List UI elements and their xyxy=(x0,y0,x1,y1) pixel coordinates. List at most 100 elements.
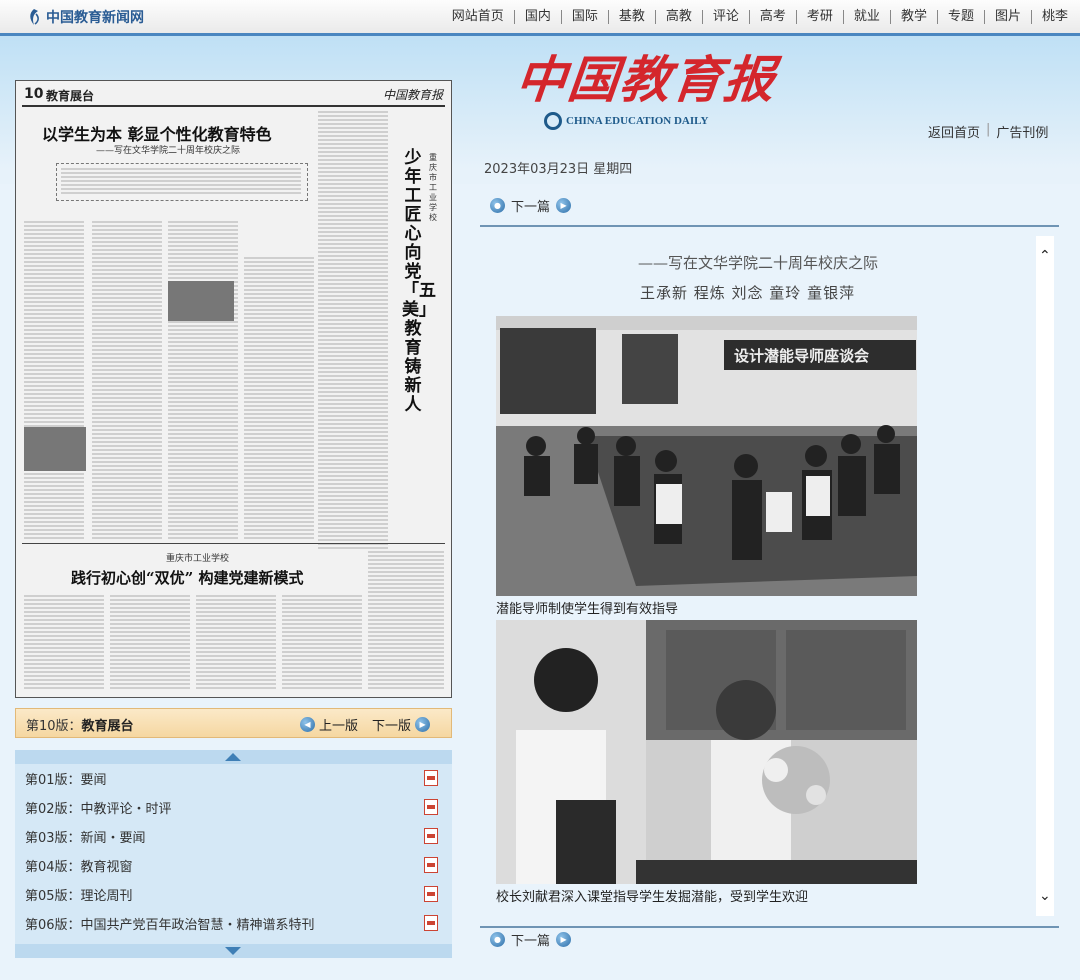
current-edition-name: 教育展台 xyxy=(81,719,134,734)
page-header: 10 教育展台 中国教育报 xyxy=(22,85,445,107)
article-photo-principal xyxy=(496,620,917,884)
page-headline-top[interactable]: 以学生为本 彰显个性化教育特色 xyxy=(42,121,272,145)
edition-list: 第01版：要闻 第02版：中教评论・时评 第03版：新闻・要闻 第04版：教育视… xyxy=(15,750,452,958)
next-article-label: 下一篇 xyxy=(511,200,551,215)
arrow-left-icon: ◀ xyxy=(300,717,315,732)
pdf-icon[interactable] xyxy=(424,799,438,815)
list-item[interactable]: 第05版：理论周刊 xyxy=(15,880,452,909)
main-nav: 网站首页 国内 国际 基教 高教 评论 高考 考研 就业 教学 专题 图片 桃李 xyxy=(442,0,1072,33)
nav-basic-education[interactable]: 基教 xyxy=(609,9,656,24)
text-column xyxy=(282,595,362,691)
back-home-link[interactable]: 返回首页 xyxy=(928,122,980,141)
page-number: 10 xyxy=(24,86,44,102)
pdf-icon[interactable] xyxy=(424,915,438,931)
page-section: 教育展台 xyxy=(46,89,95,103)
text-column xyxy=(92,221,162,541)
page-headline-bottom[interactable]: 践行初心创“双优” 构建党建新模式 xyxy=(71,567,303,588)
article-subtitle: ——写在文华学院二十周年校庆之际 xyxy=(638,254,879,272)
masthead-english: CHINA EDUCATION DAILY xyxy=(544,112,776,130)
arrow-right-icon: ▶ xyxy=(556,198,572,213)
article-content: ——写在文华学院二十周年校庆之际 王承新 程炼 刘念 童玲 童银萍 设计潜能导师… xyxy=(480,234,1030,920)
page-school-bottom: 重庆市工业学校 xyxy=(166,554,230,564)
page-vertical-school: 重庆市工业学校 xyxy=(429,153,437,222)
page-lead-box xyxy=(56,163,308,201)
nav-gaokao[interactable]: 高考 xyxy=(750,9,797,24)
text-column xyxy=(24,221,84,541)
newspaper-page-image[interactable]: 10 教育展台 中国教育报 以学生为本 彰显个性化教育特色 ——写在文华学院二十… xyxy=(15,80,452,698)
nav-international[interactable]: 国际 xyxy=(562,9,609,24)
next-edition-button[interactable]: 下一版 ▶ xyxy=(372,715,431,734)
nav-home[interactable]: 网站首页 xyxy=(442,9,515,24)
masthead-title: 中国教育报 xyxy=(512,50,780,109)
edition-link[interactable]: 第03版：新闻・要闻 xyxy=(25,827,146,846)
seminar-photo-graphic: 设计潜能导师座谈会 xyxy=(496,316,917,596)
nav-teaching[interactable]: 教学 xyxy=(891,9,938,24)
nav-commentary[interactable]: 评论 xyxy=(703,9,750,24)
text-column xyxy=(110,595,190,691)
ad-rates-link[interactable]: 广告刊例 xyxy=(996,122,1048,141)
edition-link[interactable]: 第02版：中教评论・时评 xyxy=(25,798,172,817)
prev-edition-label: 上一版 xyxy=(319,719,359,734)
page-masthead: 中国教育报 xyxy=(382,88,443,102)
list-scroll-up[interactable] xyxy=(15,750,452,764)
edition-link[interactable]: 第05版：理论周刊 xyxy=(25,885,133,904)
seminar-banner-text: 设计潜能导师座谈会 xyxy=(734,347,869,365)
divider xyxy=(480,926,1059,928)
pdf-icon[interactable] xyxy=(424,857,438,873)
nav-kaoyan[interactable]: 考研 xyxy=(797,9,844,24)
list-item[interactable]: 第04版：教育视窗 xyxy=(15,851,452,880)
nav-taoli[interactable]: 桃李 xyxy=(1032,9,1072,24)
masthead-ring-icon xyxy=(544,112,562,130)
scroll-up-icon[interactable]: ⌃ xyxy=(1039,248,1051,264)
next-article-label: 下一篇 xyxy=(511,934,551,949)
nav-topics[interactable]: 专题 xyxy=(938,9,985,24)
scroll-down-icon[interactable]: ⌄ xyxy=(1039,888,1051,904)
list-item[interactable]: 第03版：新闻・要闻 xyxy=(15,822,452,851)
edition-link[interactable]: 第04版：教育视窗 xyxy=(25,856,133,875)
photo-caption-1: 潜能导师制使学生得到有效指导 xyxy=(496,602,679,617)
nav-employment[interactable]: 就业 xyxy=(844,9,891,24)
current-edition-bar: 第10版：教育展台 ◀ 上一版 下一版 ▶ xyxy=(15,708,452,738)
text-column xyxy=(168,221,238,541)
site-logo-icon xyxy=(30,9,39,25)
nav-higher-education[interactable]: 高教 xyxy=(656,9,703,24)
link-separator: | xyxy=(986,122,991,137)
text-lines xyxy=(61,168,301,194)
article-scrollbar[interactable]: ⌃ ⌄ xyxy=(1036,236,1054,916)
list-scroll-down[interactable] xyxy=(15,944,452,958)
page-photo xyxy=(24,427,86,471)
page-subtitle-top: ——写在文华学院二十周年校庆之际 xyxy=(96,146,241,156)
page-divider xyxy=(22,543,445,544)
text-column xyxy=(368,551,444,691)
arrow-right-icon: ▶ xyxy=(415,717,431,732)
edition-list-items: 第01版：要闻 第02版：中教评论・时评 第03版：新闻・要闻 第04版：教育视… xyxy=(15,764,452,944)
prev-edition-button[interactable]: ◀ 上一版 xyxy=(300,715,358,734)
next-edition-label: 下一版 xyxy=(372,719,412,734)
site-logo-text: 中国教育新闻网 xyxy=(46,10,144,26)
current-edition: 第10版：教育展台 xyxy=(26,715,134,734)
article-authors: 王承新 程炼 刘念 童玲 童银萍 xyxy=(640,284,856,302)
pdf-icon[interactable] xyxy=(424,886,438,902)
text-column xyxy=(318,111,388,551)
list-item[interactable]: 第01版：要闻 xyxy=(15,764,452,793)
site-logo[interactable]: 中国教育新闻网 xyxy=(26,6,144,28)
text-column xyxy=(244,257,314,541)
nav-pictures[interactable]: 图片 xyxy=(985,9,1032,24)
pdf-icon[interactable] xyxy=(424,828,438,844)
arrow-right-icon: ▶ xyxy=(556,932,572,947)
article-photo-seminar: 设计潜能导师座谈会 xyxy=(496,316,917,596)
masthead-english-text: CHINA EDUCATION DAILY xyxy=(566,115,709,127)
page-vertical-headline[interactable]: 少年工匠心向党「五美」教育铸新人 xyxy=(402,149,436,415)
top-bar: 中国教育新闻网 网站首页 国内 国际 基教 高教 评论 高考 考研 就业 教学 … xyxy=(0,0,1080,36)
issue-date: 2023年03月23日 星期四 xyxy=(484,162,633,177)
circle-icon: ● xyxy=(490,932,505,947)
next-article-top[interactable]: ● 下一篇 ▶ xyxy=(490,196,572,215)
next-article-bottom[interactable]: ● 下一篇 ▶ xyxy=(490,930,572,949)
list-item[interactable]: 第06版：中国共产党百年政治智慧・精神谱系特刊 xyxy=(15,909,452,938)
edition-link[interactable]: 第06版：中国共产党百年政治智慧・精神谱系特刊 xyxy=(25,914,315,933)
nav-domestic[interactable]: 国内 xyxy=(515,9,562,24)
edition-link[interactable]: 第01版：要闻 xyxy=(25,769,107,788)
current-edition-label: 第10版： xyxy=(26,719,82,734)
pdf-icon[interactable] xyxy=(424,770,438,786)
list-item[interactable]: 第02版：中教评论・时评 xyxy=(15,793,452,822)
